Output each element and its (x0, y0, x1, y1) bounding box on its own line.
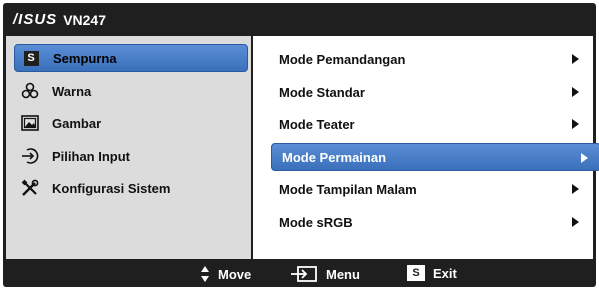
arrow-right-icon (572, 184, 579, 194)
sub-item-mode-standar[interactable]: Mode Standar (269, 78, 591, 106)
menu-item-warna[interactable]: Warna (14, 77, 248, 105)
title-bar: /ISUS VN247 (3, 3, 596, 36)
tools-icon (20, 178, 40, 198)
menu-label: Menu (326, 266, 360, 282)
exit-label: Exit (433, 265, 457, 281)
sub-item-mode-teater[interactable]: Mode Teater (269, 110, 591, 138)
main-menu-panel: S Sempurna Warna Gambar Pilihan Input Ko… (6, 36, 251, 259)
arrow-right-icon (572, 87, 579, 97)
up-down-arrows-icon (200, 265, 210, 283)
arrow-right-icon (572, 119, 579, 129)
menu-item-pilihan-input[interactable]: Pilihan Input (14, 142, 248, 170)
sub-item-label: Mode Teater (279, 116, 355, 132)
model-name: VN247 (63, 11, 106, 28)
sub-item-mode-srgb[interactable]: Mode sRGB (269, 208, 591, 236)
splendid-s-icon: S (21, 48, 41, 68)
sub-item-mode-tampilan-malam[interactable]: Mode Tampilan Malam (269, 175, 591, 203)
splendid-s-icon: S (407, 265, 425, 281)
sub-item-label: Mode Tampilan Malam (279, 181, 417, 197)
move-hint[interactable]: Move (200, 265, 251, 283)
menu-item-label: Gambar (52, 115, 102, 131)
color-circles-icon (20, 81, 40, 101)
image-icon (20, 113, 40, 133)
osd-window: /ISUS VN247 S Sempurna Warna Gambar Pili… (3, 3, 599, 287)
menu-hint[interactable]: Menu (290, 265, 360, 283)
move-label: Move (218, 266, 252, 282)
footer-bar: Move Menu S Exit (3, 261, 596, 287)
menu-item-label: Warna (52, 83, 92, 99)
sub-item-mode-pemandangan[interactable]: Mode Pemandangan (269, 45, 591, 73)
sub-item-label: Mode Permainan (282, 149, 387, 165)
brand-logo: /ISUS (13, 11, 58, 28)
enter-arrow-icon (290, 265, 318, 283)
arrow-right-icon (572, 54, 579, 64)
menu-item-label: Pilihan Input (52, 148, 130, 164)
exit-hint[interactable]: S Exit (407, 265, 457, 281)
arrow-right-icon (581, 153, 588, 163)
menu-item-konfigurasi-sistem[interactable]: Konfigurasi Sistem (14, 174, 248, 202)
input-arrow-icon (20, 146, 40, 166)
sub-item-label: Mode sRGB (279, 214, 353, 230)
sub-menu-panel: Mode Pemandangan Mode Standar Mode Teate… (253, 36, 599, 259)
menu-item-label: Konfigurasi Sistem (52, 180, 171, 196)
menu-item-label: Sempurna (53, 50, 117, 66)
menu-item-gambar[interactable]: Gambar (14, 109, 248, 137)
sub-item-mode-permainan[interactable]: Mode Permainan (271, 143, 599, 171)
arrow-right-icon (572, 217, 579, 227)
sub-item-label: Mode Standar (279, 84, 365, 100)
menu-item-sempurna[interactable]: S Sempurna (14, 44, 248, 72)
sub-item-label: Mode Pemandangan (279, 51, 406, 67)
